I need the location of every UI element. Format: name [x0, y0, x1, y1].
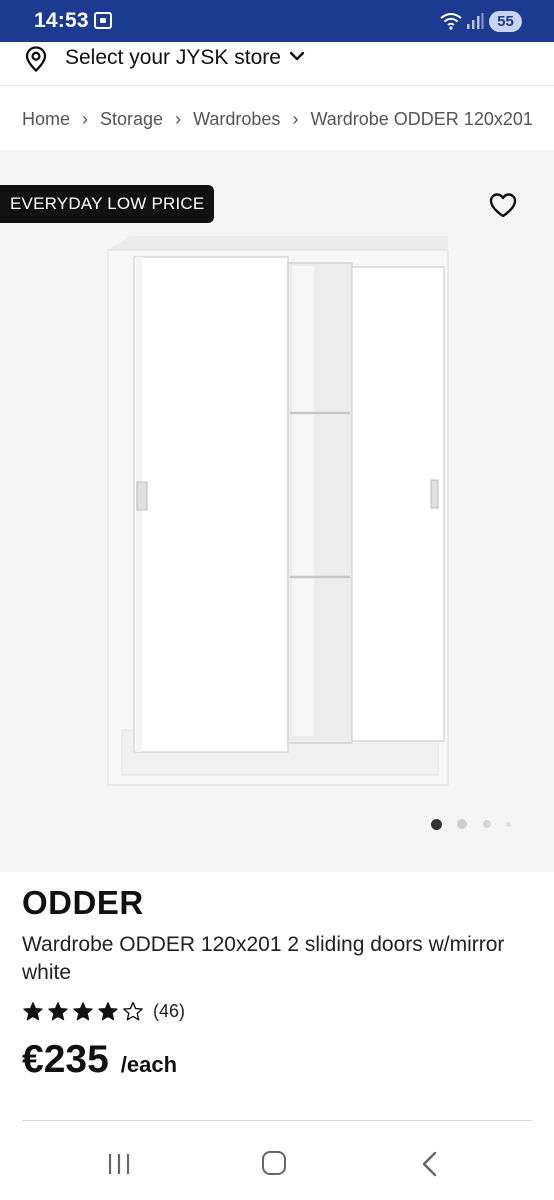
system-nav-bar — [0, 1128, 554, 1200]
star-filled-icon — [98, 1001, 118, 1020]
product-price: €235 — [22, 1038, 109, 1081]
back-icon[interactable] — [420, 1151, 440, 1177]
status-bar: 14:53 55 — [0, 0, 554, 42]
screen-cast-icon — [94, 12, 112, 29]
wardrobe-image — [107, 236, 449, 786]
product-description: Wardrobe ODDER 120x201 2 sliding doors w… — [22, 933, 505, 984]
chevron-down-icon — [289, 51, 305, 61]
battery-icon: 55 — [489, 11, 522, 32]
star-filled-icon — [23, 1001, 43, 1020]
signal-icon — [467, 13, 484, 29]
price-unit: /each — [120, 1052, 178, 1077]
breadcrumb: Home › Storage › Wardrobes › Wardrobe OD… — [22, 106, 533, 132]
gallery-dot[interactable] — [483, 820, 491, 828]
star-filled-icon — [48, 1001, 68, 1020]
store-selector-label: Select your JYSK store — [65, 46, 281, 69]
star-filled-icon — [73, 1001, 93, 1020]
product-brand: ODDER — [22, 884, 144, 921]
price-badge: EVERYDAY LOW PRICE — [0, 185, 215, 223]
breadcrumb-storage[interactable]: Storage — [100, 109, 163, 130]
product-rating[interactable]: (46) — [22, 998, 185, 1024]
recent-apps-icon[interactable] — [105, 1152, 133, 1176]
breadcrumb-separator-icon: › — [82, 108, 89, 129]
heart-icon[interactable] — [488, 192, 518, 219]
store-selector[interactable]: Select your JYSK store — [0, 42, 554, 86]
price-row: €235 /each — [22, 1038, 177, 1082]
breadcrumb-separator-icon: › — [292, 108, 299, 129]
star-empty-icon — [123, 1001, 143, 1020]
location-pin-icon — [25, 46, 47, 72]
review-count: (46) — [153, 1000, 186, 1021]
breadcrumb-current: Wardrobe ODDER 120x201 — [310, 108, 533, 129]
status-time: 14:53 — [34, 9, 89, 32]
wifi-icon — [440, 13, 462, 30]
gallery-dot[interactable] — [457, 819, 467, 829]
gallery-dot[interactable] — [505, 821, 511, 827]
breadcrumb-home[interactable]: Home — [22, 109, 70, 130]
divider — [22, 1120, 532, 1121]
breadcrumb-separator-icon: › — [175, 108, 182, 129]
rating-stars — [22, 1001, 147, 1022]
product-gallery[interactable]: EVERYDAY LOW PRICE — [0, 150, 554, 872]
breadcrumb-wardrobes[interactable]: Wardrobes — [193, 109, 280, 130]
gallery-pagination — [0, 818, 554, 830]
home-icon[interactable] — [262, 1151, 286, 1175]
gallery-dot-active[interactable] — [430, 818, 442, 830]
